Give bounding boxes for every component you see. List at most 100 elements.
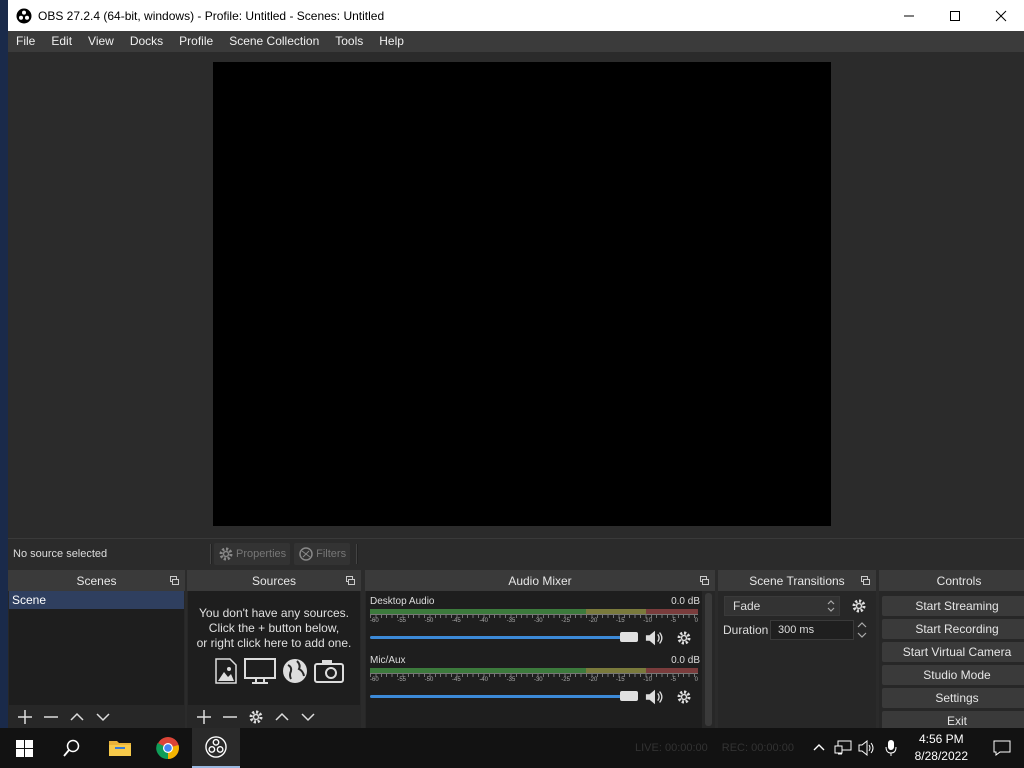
chrome-button[interactable] bbox=[144, 728, 192, 768]
controls-dock: Controls Start Streaming Start Recording… bbox=[879, 570, 1024, 728]
float-dock-icon[interactable] bbox=[700, 576, 709, 585]
preview-canvas[interactable] bbox=[213, 62, 831, 526]
mute-button[interactable] bbox=[645, 628, 665, 648]
transition-properties-button[interactable] bbox=[849, 596, 869, 616]
move-source-down-button[interactable] bbox=[295, 707, 321, 727]
docks-area: Scenes Scene Sources You don't have any bbox=[8, 570, 1024, 728]
sources-empty-line: You don't have any sources. bbox=[199, 606, 349, 620]
menu-docks[interactable]: Docks bbox=[122, 31, 171, 52]
start-streaming-button[interactable]: Start Streaming bbox=[882, 596, 1024, 616]
show-hidden-icons-button[interactable] bbox=[807, 728, 831, 768]
network-button[interactable] bbox=[831, 728, 855, 768]
start-recording-button[interactable]: Start Recording bbox=[882, 619, 1024, 639]
image-icon bbox=[215, 658, 237, 684]
plus-icon bbox=[197, 710, 211, 724]
clock[interactable]: 4:56 PM 8/28/2022 bbox=[903, 731, 980, 765]
studio-mode-button[interactable]: Studio Mode bbox=[882, 665, 1024, 685]
gear-icon bbox=[677, 631, 691, 645]
menu-bar: File Edit View Docks Profile Scene Colle… bbox=[8, 31, 1024, 52]
move-scene-up-button[interactable] bbox=[64, 707, 90, 727]
sources-toolbar bbox=[187, 706, 361, 728]
transition-selected-value: Fade bbox=[733, 599, 761, 613]
volume-fader[interactable] bbox=[370, 695, 632, 698]
gear-icon bbox=[677, 690, 691, 704]
tick-label: -20 bbox=[588, 618, 598, 624]
menu-profile[interactable]: Profile bbox=[171, 31, 221, 52]
sources-empty-line: Click the + button below, bbox=[208, 621, 340, 635]
menu-help[interactable]: Help bbox=[371, 31, 412, 52]
chevron-up-icon bbox=[275, 712, 289, 721]
mute-button[interactable] bbox=[645, 687, 665, 707]
sources-title: Sources bbox=[251, 573, 297, 588]
add-source-button[interactable] bbox=[191, 707, 217, 727]
audio-mixer-header: Audio Mixer bbox=[365, 570, 715, 591]
duration-input[interactable]: 300 ms bbox=[770, 620, 854, 640]
volume-button[interactable] bbox=[855, 728, 879, 768]
maximize-button[interactable] bbox=[932, 0, 978, 31]
file-explorer-button[interactable] bbox=[96, 728, 144, 768]
speaker-icon bbox=[645, 689, 663, 705]
tick-label: -30 bbox=[533, 618, 543, 624]
tick-label: -50 bbox=[424, 618, 434, 624]
notifications-button[interactable] bbox=[980, 728, 1024, 768]
tick-label: -45 bbox=[451, 677, 461, 683]
chrome-icon bbox=[156, 737, 179, 760]
obs-taskbar-button[interactable] bbox=[192, 728, 240, 768]
minus-icon bbox=[44, 716, 58, 718]
channel-settings-button[interactable] bbox=[674, 628, 694, 648]
volume-fader[interactable] bbox=[370, 636, 632, 639]
search-button[interactable] bbox=[48, 728, 96, 768]
start-virtual-camera-button[interactable]: Start Virtual Camera bbox=[882, 642, 1024, 662]
exit-button[interactable]: Exit bbox=[882, 711, 1024, 728]
menu-view[interactable]: View bbox=[80, 31, 122, 52]
taskbar: LIVE: 00:00:00 REC: 00:00:00 4:56 PM 8/2… bbox=[0, 728, 1024, 768]
minimize-button[interactable] bbox=[886, 0, 932, 31]
clock-time: 4:56 PM bbox=[918, 732, 964, 746]
menu-file[interactable]: File bbox=[8, 31, 43, 52]
sources-header: Sources bbox=[187, 570, 361, 591]
close-button[interactable] bbox=[978, 0, 1024, 31]
float-dock-icon[interactable] bbox=[170, 576, 179, 585]
speaker-icon bbox=[645, 630, 663, 646]
close-icon bbox=[995, 10, 1007, 21]
properties-button[interactable]: Properties bbox=[214, 542, 291, 565]
menu-scene-collection[interactable]: Scene Collection bbox=[221, 31, 327, 52]
scene-list-item[interactable]: Scene bbox=[9, 591, 184, 609]
transition-select[interactable]: Fade bbox=[724, 596, 840, 616]
settings-button[interactable]: Settings bbox=[882, 688, 1024, 708]
scene-transitions-dock: Scene Transitions Fade Duration 300 ms bbox=[718, 570, 876, 728]
tick-label: -60 bbox=[370, 677, 379, 683]
channel-settings-button[interactable] bbox=[674, 687, 694, 707]
source-type-icons bbox=[214, 658, 344, 684]
float-dock-icon[interactable] bbox=[346, 576, 355, 585]
source-properties-button[interactable] bbox=[243, 707, 269, 727]
rec-status: REC: 00:00:00 bbox=[721, 742, 794, 754]
sources-list[interactable]: You don't have any sources. Click the + … bbox=[188, 591, 360, 705]
volume-fader-handle[interactable] bbox=[620, 691, 638, 701]
meter-tick-labels: -60 -55 -50 -45 -40 -35 -30 -25 -20 -15 … bbox=[370, 677, 698, 683]
tick-label: -15 bbox=[615, 677, 625, 683]
menu-tools[interactable]: Tools bbox=[327, 31, 371, 52]
tick-label: -20 bbox=[588, 677, 598, 683]
network-icon bbox=[834, 740, 852, 755]
mixer-scrollbar[interactable] bbox=[705, 593, 712, 726]
tick-label: 0 bbox=[694, 677, 698, 683]
microphone-button[interactable] bbox=[879, 728, 903, 768]
float-dock-icon[interactable] bbox=[861, 576, 870, 585]
channel-name: Mic/Aux bbox=[370, 655, 406, 666]
remove-source-button[interactable] bbox=[217, 707, 243, 727]
chevron-up-icon bbox=[70, 712, 84, 721]
live-status: LIVE: 00:00:00 bbox=[635, 742, 708, 754]
add-scene-button[interactable] bbox=[12, 707, 38, 727]
move-source-up-button[interactable] bbox=[269, 707, 295, 727]
duration-stepper-icon[interactable] bbox=[855, 620, 869, 640]
filters-button[interactable]: Filters bbox=[294, 542, 351, 565]
start-button[interactable] bbox=[0, 728, 48, 768]
remove-scene-button[interactable] bbox=[38, 707, 64, 727]
menu-edit[interactable]: Edit bbox=[43, 31, 80, 52]
scenes-list[interactable]: Scene bbox=[9, 591, 184, 705]
properties-label: Properties bbox=[236, 547, 287, 560]
clock-date: 8/28/2022 bbox=[914, 749, 968, 763]
volume-fader-handle[interactable] bbox=[620, 632, 638, 642]
move-scene-down-button[interactable] bbox=[90, 707, 116, 727]
